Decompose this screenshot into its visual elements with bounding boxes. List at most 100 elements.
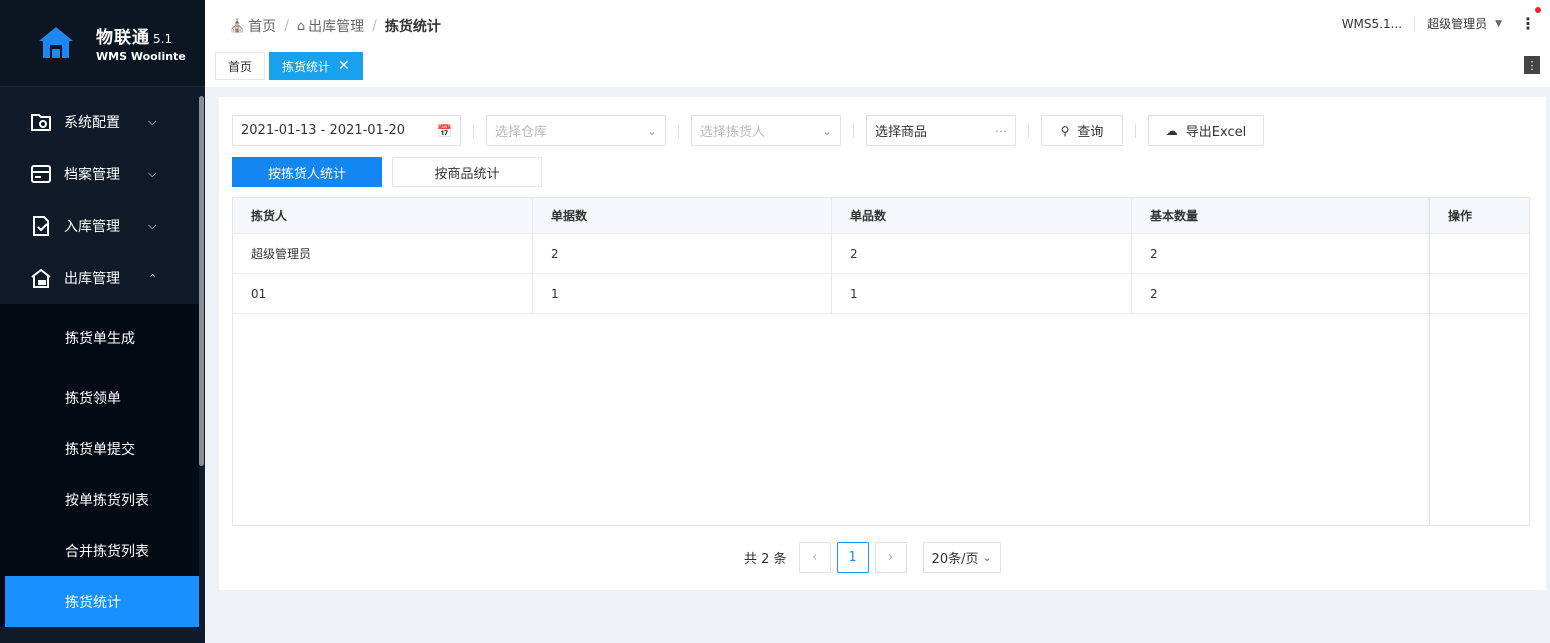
app-version: 5.1 xyxy=(153,32,173,46)
tab-label: 拣货统计 xyxy=(282,59,331,74)
ellipsis-icon: ⋯ xyxy=(995,123,1007,138)
table-cell: 2 xyxy=(533,234,832,273)
sidebar-item-pick-stats[interactable]: 拣货统计 xyxy=(5,576,199,627)
logo-text: 物联通 5.1 WMS Woolinte xyxy=(96,23,186,63)
more-vertical-icon[interactable]: ⋮ xyxy=(1520,7,1541,33)
chevron-down-icon: ⌵ xyxy=(148,219,157,232)
fixed-column-divider xyxy=(1429,198,1430,525)
warehouse-icon: ⌂ xyxy=(296,18,306,34)
tab-by-product[interactable]: 按商品统计 xyxy=(392,157,542,187)
sidebar-item-pick-generate[interactable]: 拣货单生成 xyxy=(0,304,199,372)
query-button[interactable]: ⚲ 查询 xyxy=(1041,115,1123,146)
column-header-item-count: 单品数 xyxy=(832,198,1132,233)
sidebar-scrollbar[interactable] xyxy=(199,96,204,466)
sidebar-item-archive[interactable]: 档案管理 ⌵ xyxy=(0,148,199,200)
product-value: 选择商品 xyxy=(875,125,928,140)
sidebar-menu: 系统配置 ⌵ 档案管理 ⌵ 入库管理 ⌵ 出库管理 ⌃ 拣货单生成 拣货领单 拣… xyxy=(0,96,199,627)
total-count: 共 2 条 xyxy=(744,552,787,567)
page-tabs: 首页 拣货统计 ✕ xyxy=(215,52,367,80)
table-cell: 2 xyxy=(1132,274,1430,313)
search-icon: ⚲ xyxy=(1060,123,1070,138)
column-header-actions: 操作 xyxy=(1448,209,1473,223)
chevron-down-icon: ⌄ xyxy=(821,123,832,138)
divider xyxy=(853,123,854,138)
sidebar-item-inbound[interactable]: 入库管理 ⌵ xyxy=(0,200,199,252)
column-header-base-qty: 基本数量 xyxy=(1132,198,1430,233)
picker-select[interactable]: 选择拣货人 ⌄ xyxy=(691,115,841,146)
inbound-icon xyxy=(30,215,52,237)
sidebar-item-label: 出库管理 xyxy=(64,271,120,287)
outbound-icon xyxy=(30,267,52,289)
sidebar-item-outbound[interactable]: 出库管理 ⌃ xyxy=(0,252,199,304)
stats-table: 拣货人 单据数 单品数 基本数量 操作 超级管理员 2 2 2 01 1 1 2 xyxy=(232,197,1530,526)
divider xyxy=(1135,123,1136,138)
tab-by-picker[interactable]: 按拣货人统计 xyxy=(232,157,382,187)
table-cell: 1 xyxy=(533,274,832,313)
table-row: 01 1 1 2 xyxy=(233,274,1529,314)
sidebar-item-pick-claim[interactable]: 拣货领单 xyxy=(0,372,199,423)
chevron-down-icon: ⌄ xyxy=(646,123,657,138)
logo-house-icon xyxy=(39,27,73,58)
close-icon[interactable]: ✕ xyxy=(338,58,350,74)
next-page-button[interactable]: › xyxy=(874,542,907,573)
main-panel: 2021-01-13 - 2021-01-20 📅 选择仓库 ⌄ 选择拣货人 ⌄… xyxy=(219,97,1546,590)
chevron-right-icon: › xyxy=(887,550,894,565)
sidebar-item-pick-submit[interactable]: 拣货单提交 xyxy=(0,423,199,474)
page-size-value: 20条/页 xyxy=(931,552,979,567)
breadcrumb: ⛪ 首页 / ⌂ 出库管理 / 拣货统计 xyxy=(229,16,441,36)
caret-down-icon[interactable]: ▼ xyxy=(1495,19,1502,29)
warehouse-placeholder: 选择仓库 xyxy=(495,125,548,140)
logo-area: 物联通 5.1 WMS Woolinte xyxy=(0,0,205,87)
picker-placeholder: 选择拣货人 xyxy=(700,125,766,140)
sidebar-item-pick-by-order[interactable]: 按单拣货列表 xyxy=(0,474,199,525)
tab-pick-stats[interactable]: 拣货统计 ✕ xyxy=(269,52,363,80)
table-row: 超级管理员 2 2 2 xyxy=(233,234,1529,274)
chevron-down-icon: ⌵ xyxy=(148,115,157,128)
date-range-input[interactable]: 2021-01-13 - 2021-01-20 📅 xyxy=(232,115,461,146)
sidebar-submenu-outbound: 拣货单生成 拣货领单 拣货单提交 按单拣货列表 合并拣货列表 拣货统计 xyxy=(0,304,199,627)
cloud-upload-icon: ☁ xyxy=(1165,123,1178,138)
page-button-current[interactable]: 1 xyxy=(836,542,869,573)
archive-icon xyxy=(30,163,52,185)
system-selector[interactable]: WMS5.1... xyxy=(1342,17,1402,31)
export-label: 导出Excel xyxy=(1185,125,1247,140)
divider xyxy=(1414,16,1416,31)
divider xyxy=(1028,123,1029,138)
prev-page-button[interactable]: ‹ xyxy=(798,542,831,573)
header-right: WMS5.1... 超级管理员 ▼ ⋮ xyxy=(1342,7,1541,33)
page-size-select[interactable]: 20条/页 ⌄ xyxy=(922,542,1001,573)
chevron-down-icon: ⌄ xyxy=(982,551,992,564)
breadcrumb-current: 拣货统计 xyxy=(384,19,441,35)
query-label: 查询 xyxy=(1077,125,1104,140)
table-cell: 01 xyxy=(233,274,533,313)
sidebar-item-label: 系统配置 xyxy=(64,115,120,131)
divider xyxy=(678,123,679,138)
top-header: ⛪ 首页 / ⌂ 出库管理 / 拣货统计 WMS5.1... 超级管理员 ▼ ⋮… xyxy=(205,0,1550,87)
sidebar-item-label: 入库管理 xyxy=(64,219,120,235)
sidebar: 物联通 5.1 WMS Woolinte 系统配置 ⌵ 档案管理 ⌵ 入库管理 ⌵ xyxy=(0,0,205,643)
table-cell: 2 xyxy=(832,234,1132,273)
table-cell: 超级管理员 xyxy=(233,234,533,273)
sidebar-item-label: 档案管理 xyxy=(64,167,120,183)
breadcrumb-home[interactable]: 首页 xyxy=(248,16,276,36)
table-cell-actions xyxy=(1430,234,1529,273)
user-name[interactable]: 超级管理员 xyxy=(1427,15,1487,32)
app-subtitle: WMS Woolinte xyxy=(96,50,186,63)
warehouse-select[interactable]: 选择仓库 ⌄ xyxy=(486,115,666,146)
system-config-icon xyxy=(30,111,52,133)
table-header-row: 拣货人 单据数 单品数 基本数量 操作 xyxy=(233,198,1529,234)
tab-home[interactable]: 首页 xyxy=(215,52,266,80)
breadcrumb-outbound[interactable]: 出库管理 xyxy=(308,16,364,36)
chevron-up-icon: ⌃ xyxy=(148,271,158,285)
product-select[interactable]: 选择商品 ⋯ xyxy=(866,115,1016,146)
chevron-down-icon: ⌵ xyxy=(148,167,157,180)
sidebar-item-merge-pick[interactable]: 合并拣货列表 xyxy=(0,525,199,576)
sidebar-item-system-config[interactable]: 系统配置 ⌵ xyxy=(0,96,199,148)
tab-more-icon[interactable]: ⋮ xyxy=(1524,56,1540,74)
table-cell-actions xyxy=(1430,274,1529,313)
filter-bar: 2021-01-13 - 2021-01-20 📅 选择仓库 ⌄ 选择拣货人 ⌄… xyxy=(232,115,1264,146)
export-excel-button[interactable]: ☁ 导出Excel xyxy=(1148,115,1264,146)
stat-mode-tabs: 按拣货人统计 按商品统计 xyxy=(232,157,552,187)
app-name: 物联通 xyxy=(96,28,150,48)
divider xyxy=(473,123,474,138)
